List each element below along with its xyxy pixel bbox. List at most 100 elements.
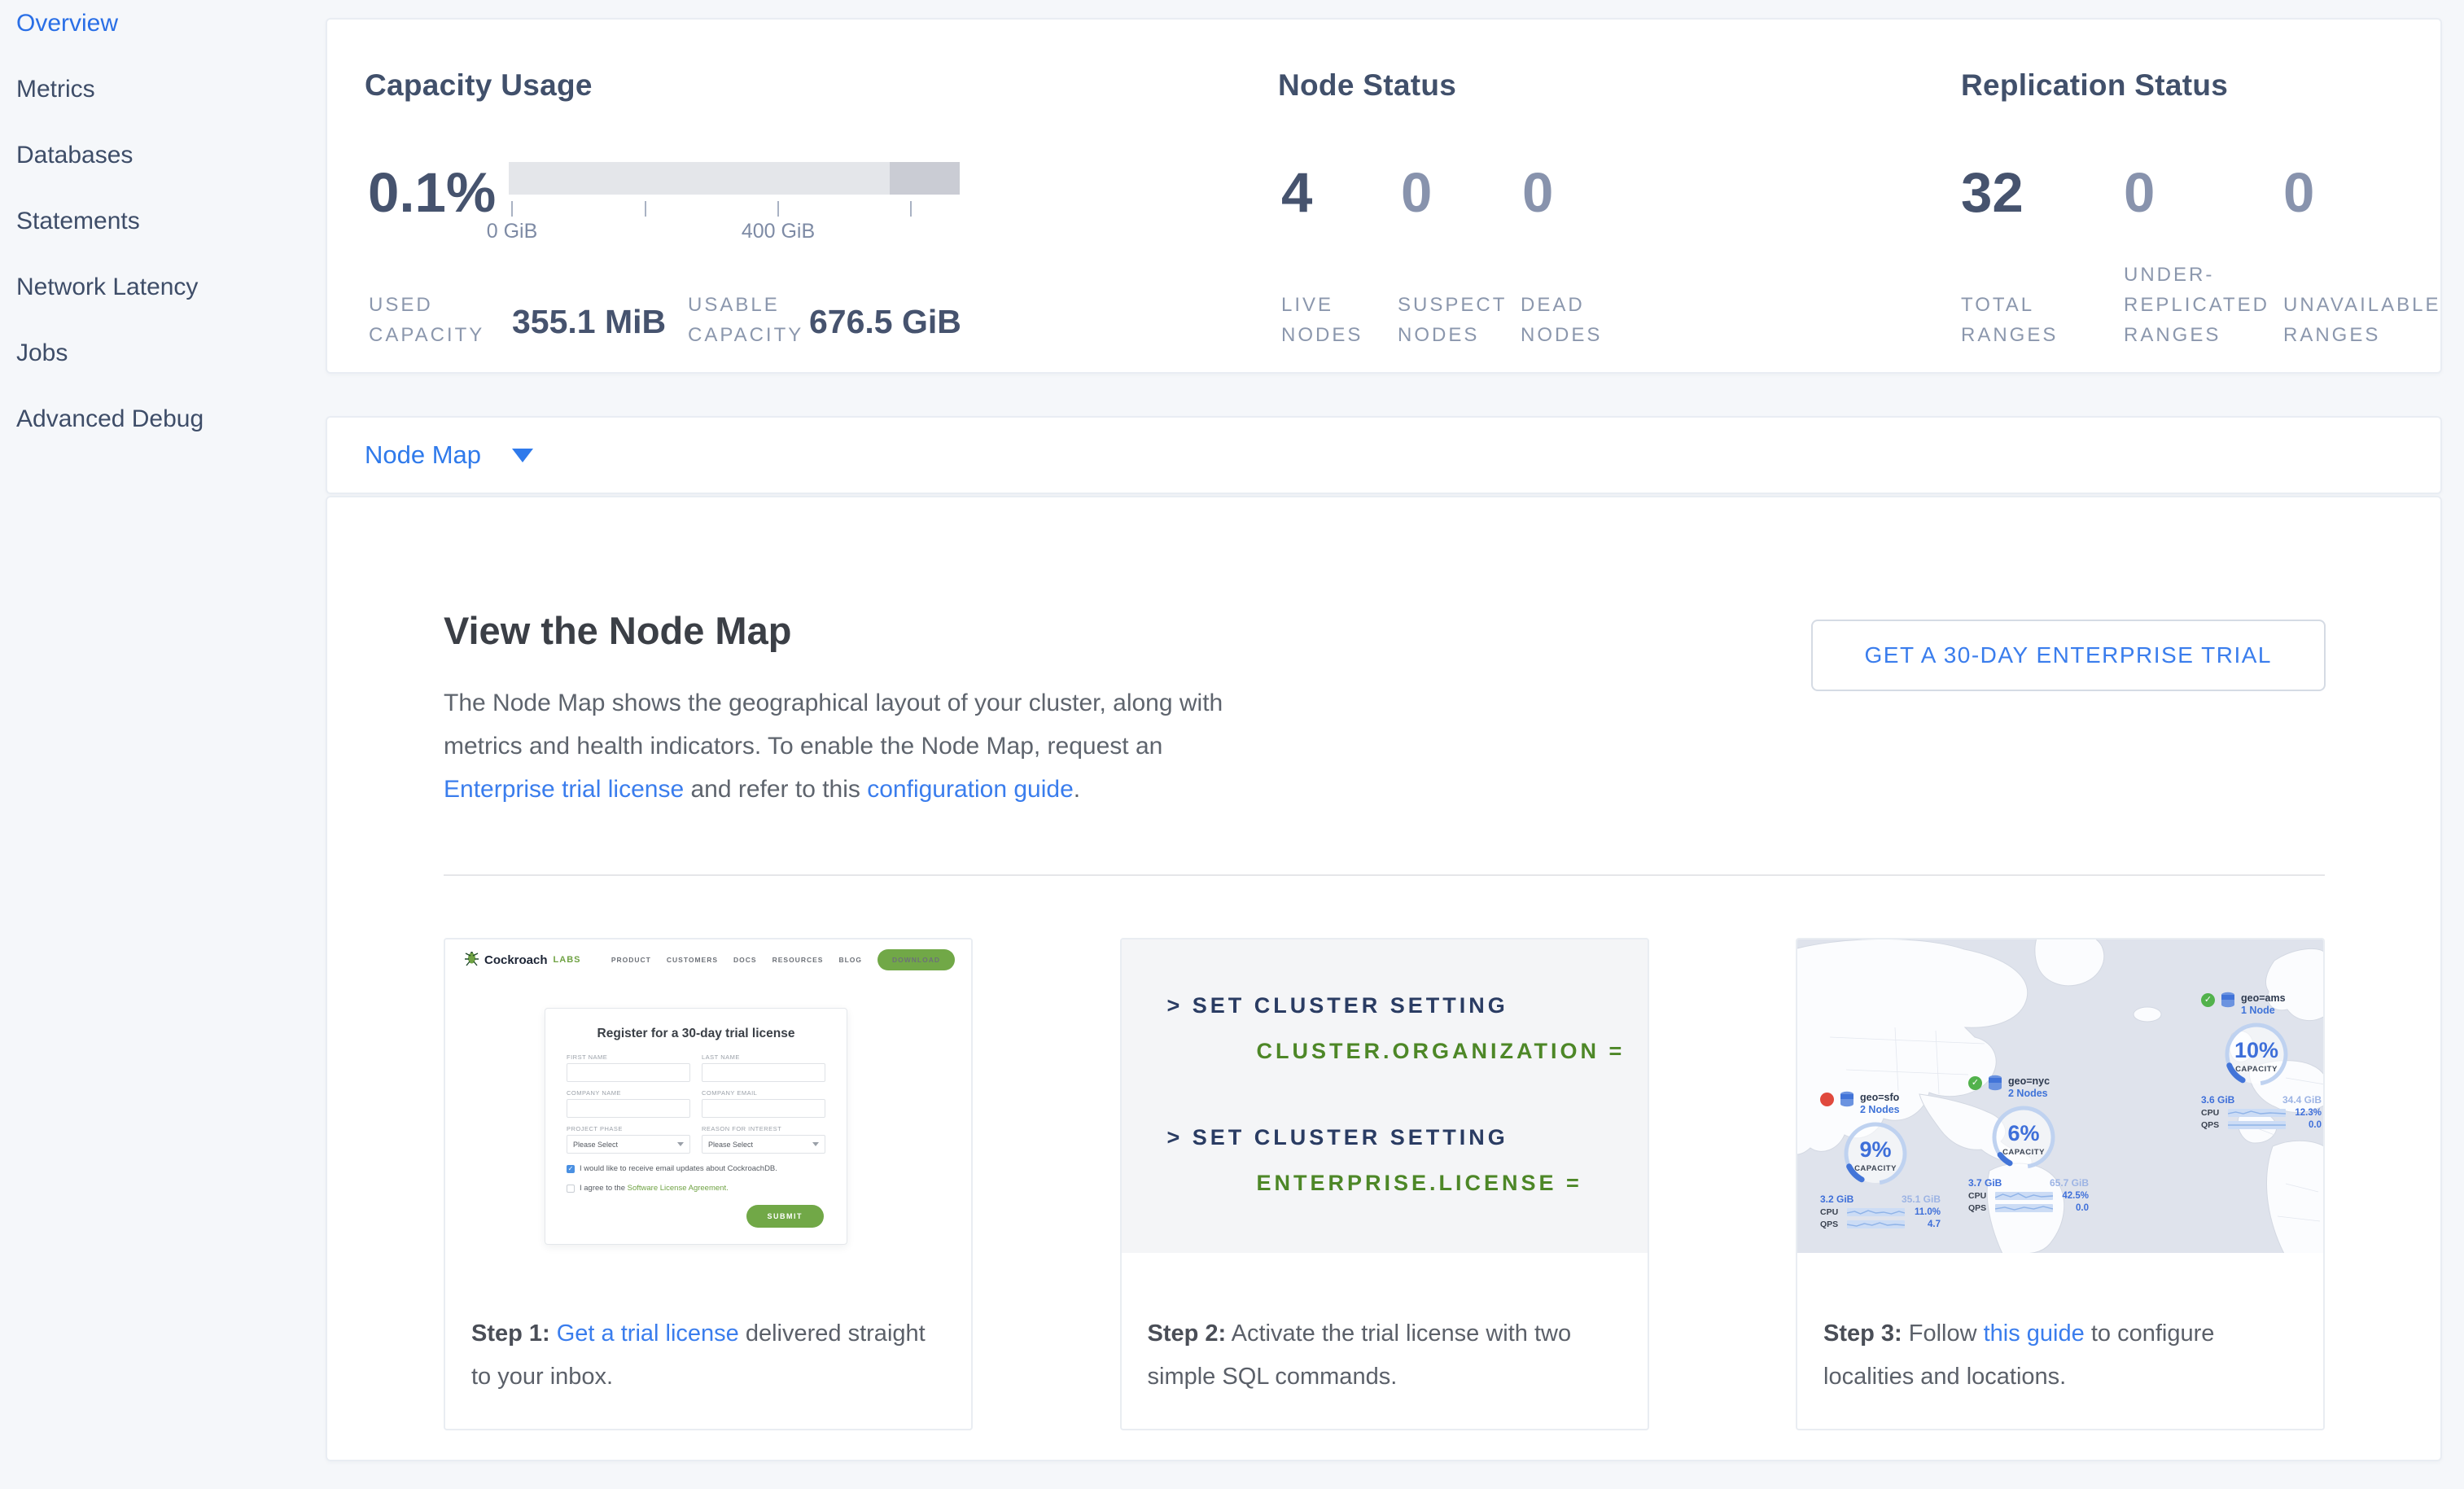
database-icon (1987, 1075, 2003, 1093)
dead-nodes-label: DEADNODES (1521, 290, 1602, 350)
unavailable-ranges-count: 0 (2283, 164, 2314, 221)
suspect-nodes-label: SUSPECTNODES (1398, 290, 1507, 350)
step1-caption: Step 1: Get a trial license delivered st… (471, 1312, 948, 1399)
sidebar-item-advanced-debug[interactable]: Advanced Debug (0, 386, 326, 452)
registration-screenshot: Cockroach LABS PRODUCT CUSTOMERS DOCS RE… (445, 939, 971, 1306)
total-ranges-count: 32 (1961, 164, 2024, 221)
capacity-axis-tick (777, 201, 779, 217)
get-trial-license-link[interactable]: Get a trial license (557, 1320, 739, 1347)
view-selector-bar: Node Map (326, 416, 2442, 494)
unavailable-ranges-label: UNAVAILABLERANGES (2283, 290, 2441, 350)
steps-cards-row: Cockroach LABS PRODUCT CUSTOMERS DOCS RE… (444, 938, 2325, 1430)
db-console-overview-page: Overview Metrics Databases Statements Ne… (0, 0, 2464, 1489)
cockroach-labs-logo: Cockroach LABS (465, 951, 580, 969)
usable-capacity-label: USABLECAPACITY (688, 290, 803, 350)
checkbox-empty-icon (567, 1185, 575, 1193)
under-replicated-ranges-count: 0 (2124, 164, 2155, 221)
capacity-usage-title: Capacity Usage (365, 68, 593, 103)
page-title: View the Node Map (444, 608, 791, 653)
node-map-promo-panel: View the Node Map The Node Map shows the… (326, 496, 2442, 1461)
capacity-axis-tick (645, 201, 646, 217)
mini-input (702, 1063, 825, 1082)
sidebar-item-network-latency[interactable]: Network Latency (0, 254, 326, 320)
qps-sparkline (2228, 1121, 2286, 1129)
trial-license-form: Register for a 30-day trial license FIRS… (545, 1008, 847, 1245)
capacity-axis-tick (910, 201, 912, 217)
sql-code-block: > SET CLUSTER SETTING CLUSTER.ORGANIZATI… (1122, 939, 1648, 1253)
locality-nyc: ✓ geo=nyc 2 Nodes (1968, 1075, 2092, 1213)
replication-status-title: Replication Status (1961, 68, 2228, 103)
capacity-axis-tick (511, 201, 513, 217)
download-pill: DOWNLOAD (877, 949, 955, 970)
live-nodes-label: LIVENODES (1281, 290, 1363, 350)
database-icon (1839, 1091, 1855, 1109)
node-map-dropdown[interactable]: Node Map (327, 440, 533, 470)
sidebar-item-metrics[interactable]: Metrics (0, 56, 326, 122)
cpu-sparkline (1995, 1192, 2053, 1200)
configuration-guide-link[interactable]: configuration guide (867, 776, 1074, 803)
step1-card: Cockroach LABS PRODUCT CUSTOMERS DOCS RE… (444, 938, 973, 1430)
node-healthy-icon: ✓ (1968, 1076, 1982, 1090)
capacity-gauge: 9% CAPACITY (1836, 1119, 1915, 1189)
cluster-summary-panel: Capacity Usage 0.1% 0 GiB 400 GiB USEDCA… (326, 18, 2442, 374)
capacity-gauge: 6% CAPACITY (1985, 1103, 2063, 1173)
mini-select: Please Select (567, 1135, 690, 1154)
promo-description-text: . (1074, 776, 1080, 803)
sidebar-item-statements[interactable]: Statements (0, 188, 326, 254)
node-alert-icon (1820, 1093, 1834, 1106)
under-replicated-ranges-label: UNDER-REPLICATEDRANGES (2124, 260, 2269, 350)
total-ranges-label: TOTALRANGES (1961, 290, 2058, 350)
suspect-nodes-count: 0 (1401, 164, 1432, 221)
this-guide-link[interactable]: this guide (1984, 1320, 2085, 1347)
get-enterprise-trial-button[interactable]: GET A 30-DAY ENTERPRISE TRIAL (1811, 620, 2326, 691)
sql-line: > SET CLUSTER SETTING (1167, 1125, 1508, 1150)
mini-input (567, 1099, 690, 1118)
mini-submit-button: SUBMIT (746, 1205, 825, 1228)
mini-input (702, 1099, 825, 1118)
sidebar-item-overview[interactable]: Overview (0, 0, 326, 56)
promo-description-text: The Node Map shows the geographical layo… (444, 690, 1223, 760)
usable-capacity-value: 676.5 GiB (809, 303, 961, 341)
qps-sparkline (1847, 1220, 1905, 1228)
enterprise-trial-license-link[interactable]: Enterprise trial license (444, 776, 684, 803)
mini-checkbox-row: I agree to the Software License Agreemen… (567, 1184, 825, 1193)
checkbox-checked-icon: ✓ (567, 1165, 575, 1173)
mini-checkbox-row: ✓ I would like to receive email updates … (567, 1164, 825, 1173)
capacity-axis-label-0: 0 GiB (447, 220, 577, 243)
chevron-down-icon (512, 449, 533, 462)
mini-select: Please Select (702, 1135, 825, 1154)
capacity-usage-bar (509, 162, 960, 195)
sql-line: CLUSTER.ORGANIZATION = (1257, 1039, 1626, 1064)
used-capacity-label: USEDCAPACITY (369, 290, 484, 350)
capacity-gauge: 10% CAPACITY (2217, 1020, 2296, 1090)
sql-line: > SET CLUSTER SETTING (1167, 993, 1508, 1018)
step3-card: geo=sfo 2 Nodes 9% CAPACITY (1796, 938, 2325, 1430)
promo-description-text: and refer to this (684, 776, 867, 803)
locality-ams: ✓ geo=ams 1 Node (2201, 992, 2325, 1130)
node-map-preview-image: geo=sfo 2 Nodes 9% CAPACITY (1797, 939, 2323, 1253)
cpu-sparkline (2228, 1109, 2286, 1117)
mini-input (567, 1063, 690, 1082)
used-capacity-value: 355.1 MiB (512, 303, 666, 341)
sidebar-item-databases[interactable]: Databases (0, 122, 326, 188)
node-healthy-icon: ✓ (2201, 993, 2215, 1007)
step2-card: > SET CLUSTER SETTING CLUSTER.ORGANIZATI… (1120, 938, 1649, 1430)
sidebar-item-jobs[interactable]: Jobs (0, 320, 326, 386)
step2-caption: Step 2: Activate the trial license with … (1148, 1312, 1625, 1399)
database-icon (2220, 992, 2236, 1009)
live-nodes-count: 4 (1281, 164, 1312, 221)
cpu-sparkline (1847, 1208, 1905, 1216)
divider (444, 874, 2325, 876)
qps-sparkline (1995, 1204, 2053, 1212)
mini-form-title: Register for a 30-day trial license (567, 1027, 825, 1041)
dead-nodes-count: 0 (1522, 164, 1553, 221)
node-map-dropdown-label: Node Map (365, 440, 481, 470)
sidebar: Overview Metrics Databases Statements Ne… (0, 0, 326, 1489)
mini-site-nav: PRODUCT CUSTOMERS DOCS RESOURCES BLOG DO… (611, 949, 955, 970)
sql-line: ENTERPRISE.LICENSE = (1257, 1171, 1582, 1196)
step3-caption: Step 3: Follow this guide to configure l… (1823, 1312, 2300, 1399)
capacity-bar-other-segment (890, 162, 960, 195)
cockroach-icon (465, 951, 479, 969)
capacity-used-percent: 0.1% (368, 164, 496, 221)
promo-description: The Node Map shows the geographical layo… (444, 681, 1258, 811)
